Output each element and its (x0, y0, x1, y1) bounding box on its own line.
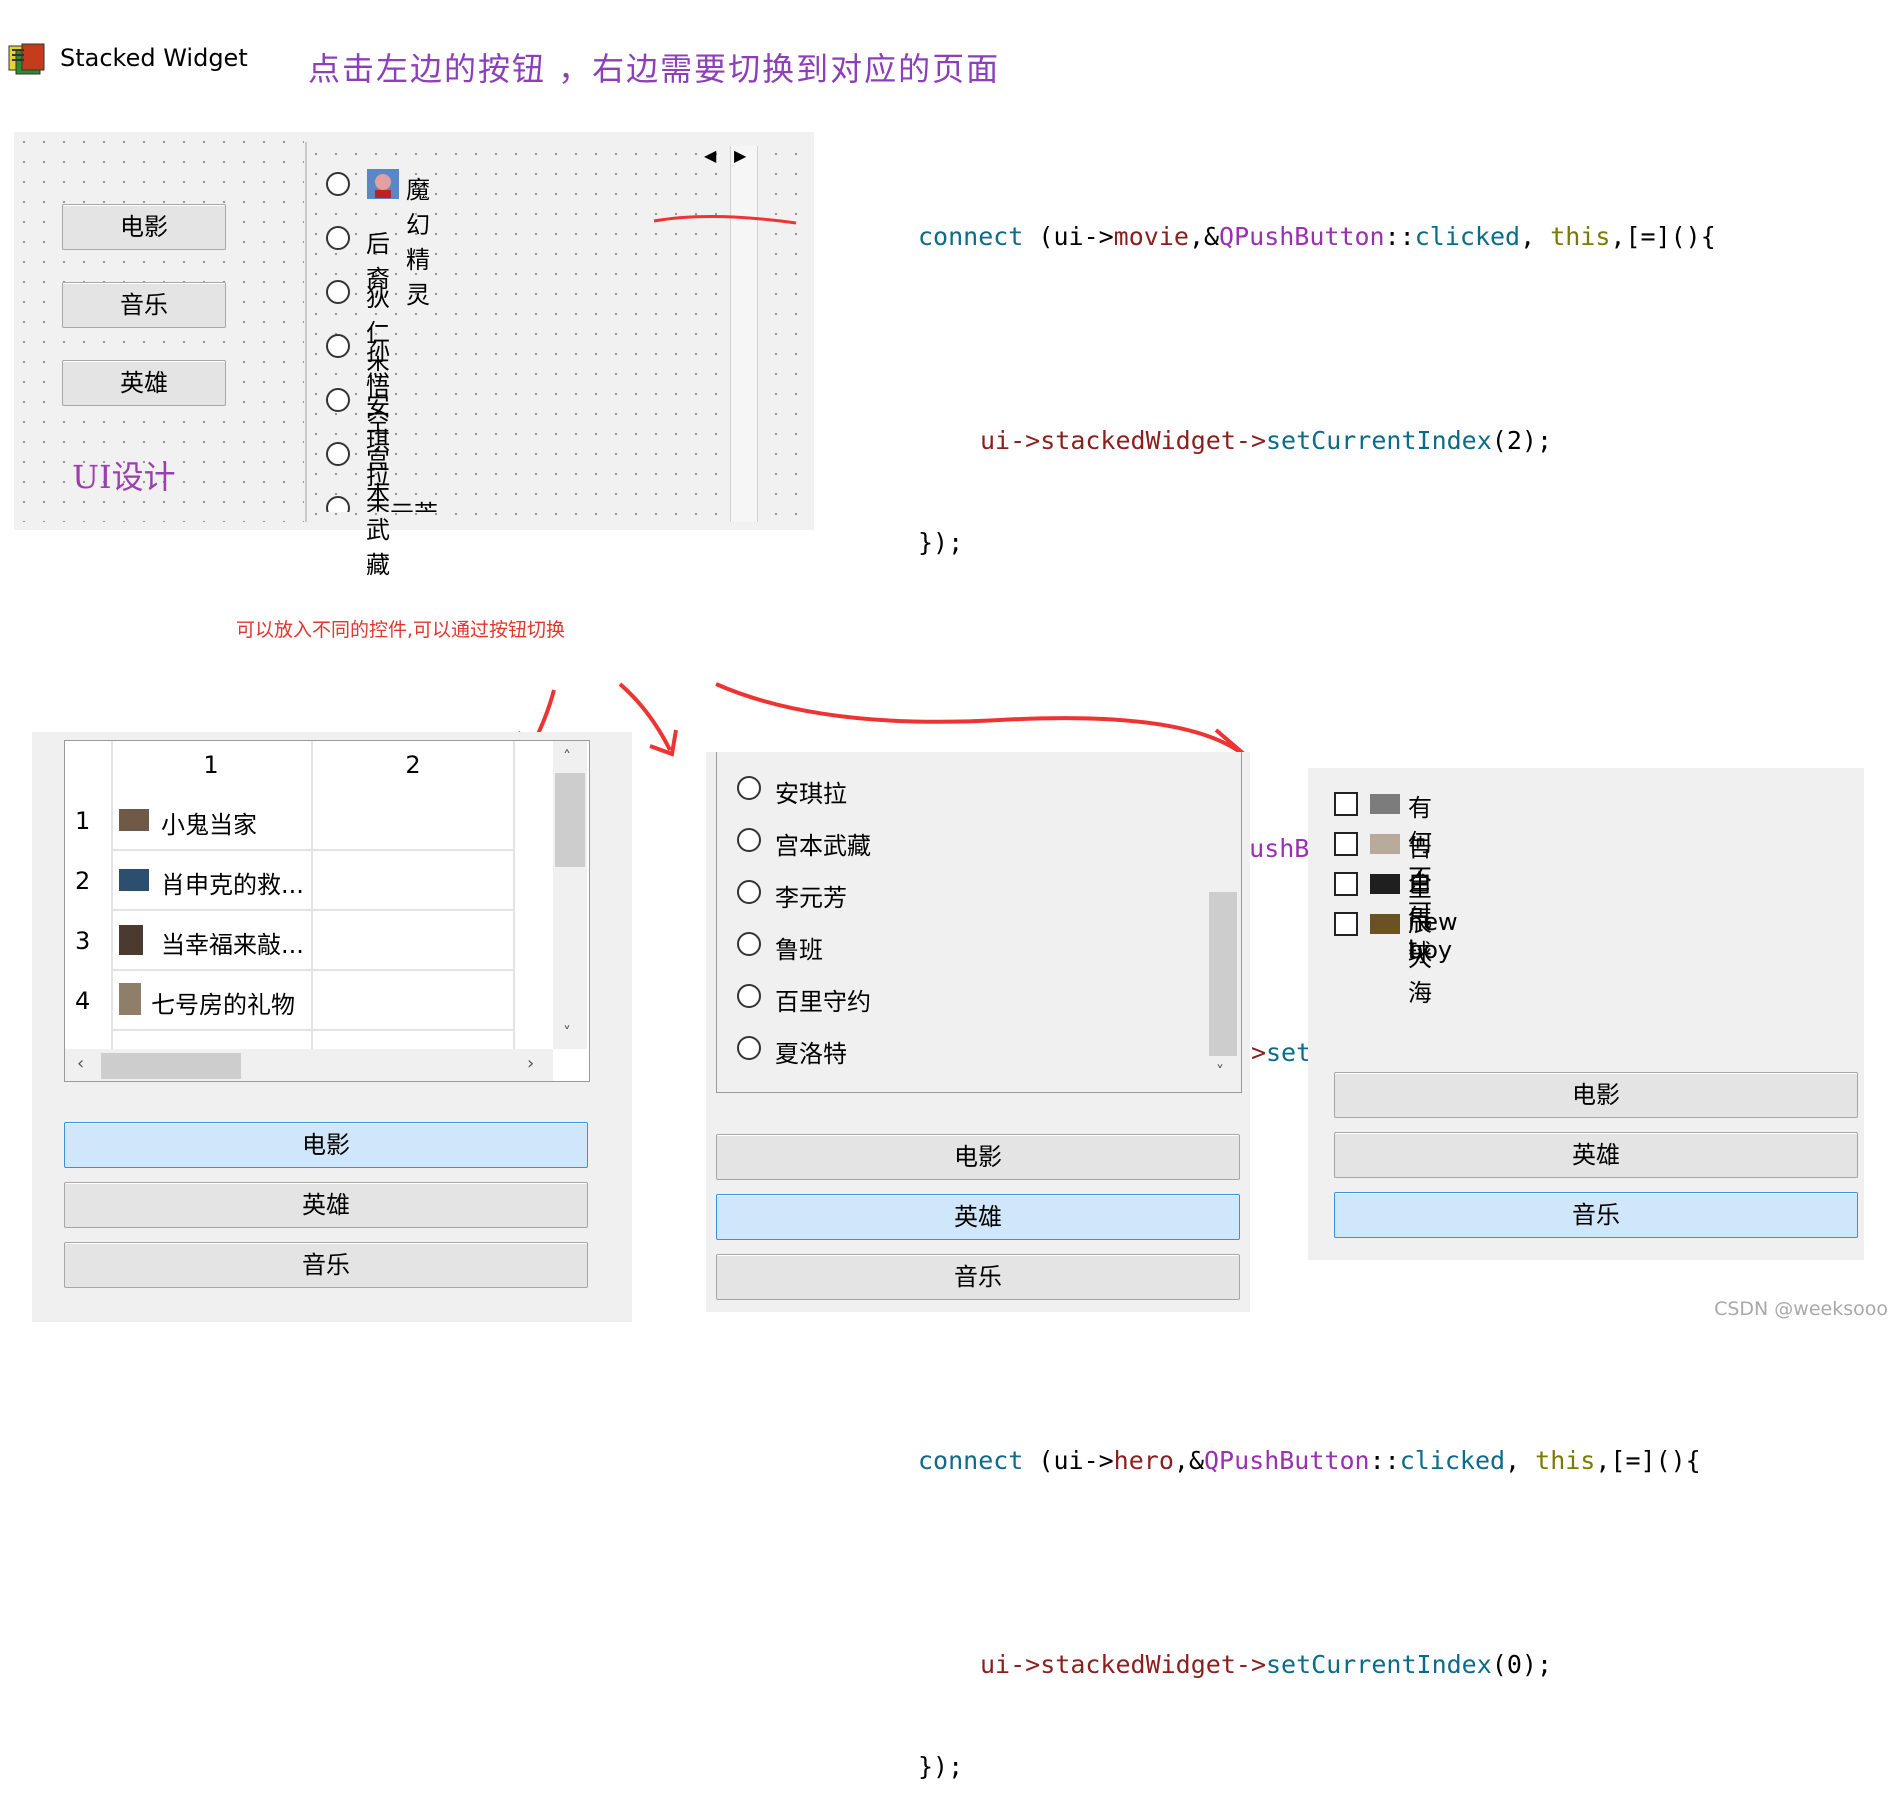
radio-label: 李元芳 (366, 494, 438, 512)
radio-button[interactable] (326, 334, 350, 358)
radio-label: 夏洛特 (775, 1040, 847, 1068)
checkbox[interactable] (1334, 912, 1358, 936)
panel-music: 有何不可 告白气球 星辰大海 new boy 电影 英雄 音乐 (1308, 768, 1864, 1260)
code-line-connect-movie: connect (ui->movie,&QPushButton::clicked… (918, 222, 1716, 251)
designer-divider (305, 142, 307, 522)
movie-thumbnail-icon (119, 983, 141, 1015)
code-line-set-movie: ui->stackedWidget->setCurrentIndex(2); (980, 426, 1553, 455)
vertical-scrollbar[interactable]: ˄ ˅ (553, 741, 587, 1049)
header-note: 点击左边的按钮 ，右边需要切换到对应的页面 (308, 50, 1001, 88)
code-line-close: }); (918, 1752, 964, 1781)
designer-music-button[interactable]: 音乐 (62, 282, 226, 328)
movie-thumbnail-icon (119, 869, 149, 891)
row-number: 1 (75, 807, 91, 835)
vertical-scrollbar[interactable]: ˅ (1207, 752, 1239, 1092)
designer-scrollbar[interactable] (730, 146, 758, 522)
designer-hero-button[interactable]: 英雄 (62, 360, 226, 406)
app-icon (8, 42, 46, 76)
code-line-close: }); (918, 528, 964, 557)
grid-line (111, 1029, 515, 1031)
song-thumbnail-icon (1370, 914, 1400, 934)
checkbox[interactable] (1334, 792, 1358, 816)
table-corner (65, 741, 111, 791)
radio-label: 百里守约 (775, 988, 871, 1016)
movie-table[interactable]: 1 2 1 小鬼当家 2 肖申克的救... 3 当幸福来敲... 4 七号房的礼… (64, 740, 590, 1082)
designer-panel: 电影 音乐 英雄 UI设计 魔幻精灵 后裔 狄仁杰 孙悟空 安琪拉 宫本武藏 李… (14, 132, 814, 579)
table-row[interactable]: 3 当幸福来敲... (65, 911, 549, 971)
hero-radio-list[interactable]: 安琪拉 宫本武藏 李元芳 鲁班 百里守约 夏洛特 ˅ (716, 752, 1242, 1093)
scroll-thumb[interactable] (1209, 892, 1237, 1056)
radio-label: 宫本武藏 (775, 832, 871, 860)
music-button[interactable]: 音乐 (64, 1242, 588, 1288)
hero-button[interactable]: 英雄 (716, 1194, 1240, 1240)
table-row[interactable]: 4 七号房的礼物 (65, 971, 549, 1031)
radio-button[interactable] (326, 388, 350, 412)
music-button[interactable]: 音乐 (716, 1254, 1240, 1300)
radio-button[interactable] (326, 172, 350, 196)
music-button[interactable]: 音乐 (1334, 1192, 1858, 1238)
song-label: new boy (1408, 908, 1458, 964)
scroll-down-icon[interactable]: ˅ (1216, 1062, 1224, 1081)
checkbox[interactable] (1334, 832, 1358, 856)
radio-button[interactable] (326, 496, 350, 512)
next-page-icon[interactable]: ▶ (734, 146, 746, 165)
column-header[interactable]: 1 (111, 751, 311, 779)
radio-button[interactable] (737, 984, 761, 1008)
scroll-up-icon[interactable]: ˄ (563, 747, 571, 766)
watermark: CSDN @weeksooo (1714, 1298, 1888, 1320)
movie-title: 肖申克的救... (161, 871, 304, 899)
radio-button[interactable] (737, 776, 761, 800)
prev-page-icon[interactable]: ◀ (704, 146, 716, 165)
hero-button[interactable]: 英雄 (1334, 1132, 1858, 1178)
row-number: 3 (75, 927, 91, 955)
radio-button[interactable] (326, 442, 350, 466)
hero-button[interactable]: 英雄 (64, 1182, 588, 1228)
window-title: Stacked Widget (60, 44, 248, 72)
panel-hero: 安琪拉 宫本武藏 李元芳 鲁班 百里守约 夏洛特 ˅ 电影 英雄 音乐 (706, 752, 1250, 1312)
code-line-connect-hero: connect (ui->hero,&QPushButton::clicked,… (918, 1446, 1701, 1475)
radio-button[interactable] (737, 932, 761, 956)
radio-button[interactable] (326, 280, 350, 304)
radio-button[interactable] (737, 880, 761, 904)
row-number: 4 (75, 987, 91, 1015)
movie-title: 当幸福来敲... (161, 931, 304, 959)
avatar-icon (366, 168, 400, 200)
song-thumbnail-icon (1370, 794, 1400, 814)
radio-label: 安琪拉 (775, 780, 847, 808)
column-header[interactable]: 2 (313, 751, 513, 779)
code-line-set-hero: ui->stackedWidget->setCurrentIndex(0); (980, 1650, 1553, 1679)
movie-thumbnail-icon (119, 809, 149, 831)
scroll-down-icon[interactable]: ˅ (563, 1023, 571, 1042)
horizontal-scrollbar[interactable]: ‹ › (65, 1049, 553, 1081)
designer-movie-button[interactable]: 电影 (62, 204, 226, 250)
radio-button[interactable] (737, 828, 761, 852)
movie-button[interactable]: 电影 (716, 1134, 1240, 1180)
movie-title: 七号房的礼物 (151, 991, 295, 1019)
movie-title: 小鬼当家 (161, 811, 257, 839)
checkbox[interactable] (1334, 872, 1358, 896)
radio-label: 魔幻精灵 (406, 176, 430, 309)
movie-thumbnail-icon (119, 925, 143, 955)
radio-button[interactable] (326, 226, 350, 250)
radio-label: 鲁班 (775, 936, 823, 964)
table-row[interactable]: 1 小鬼当家 (65, 791, 549, 851)
movie-button[interactable]: 电影 (1334, 1072, 1858, 1118)
table-row[interactable]: 2 肖申克的救... (65, 851, 549, 911)
radio-label: 李元芳 (775, 884, 847, 912)
clipped-item: 李元芳 (326, 492, 586, 512)
scroll-thumb[interactable] (101, 1053, 241, 1079)
scroll-thumb[interactable] (555, 773, 585, 867)
song-thumbnail-icon (1370, 834, 1400, 854)
scroll-left-icon[interactable]: ‹ (77, 1053, 84, 1074)
radio-button[interactable] (737, 1036, 761, 1060)
red-stroke-1 (653, 214, 797, 225)
song-thumbnail-icon (1370, 874, 1400, 894)
row-number: 2 (75, 867, 91, 895)
ui-design-label: UI设计 (72, 458, 176, 496)
scroll-right-icon[interactable]: › (527, 1053, 534, 1074)
movie-button[interactable]: 电影 (64, 1122, 588, 1168)
panel-movie: 1 2 1 小鬼当家 2 肖申克的救... 3 当幸福来敲... 4 七号房的礼… (32, 732, 632, 1322)
annotation-text: 可以放入不同的控件,可以通过按钮切换 (236, 619, 566, 641)
